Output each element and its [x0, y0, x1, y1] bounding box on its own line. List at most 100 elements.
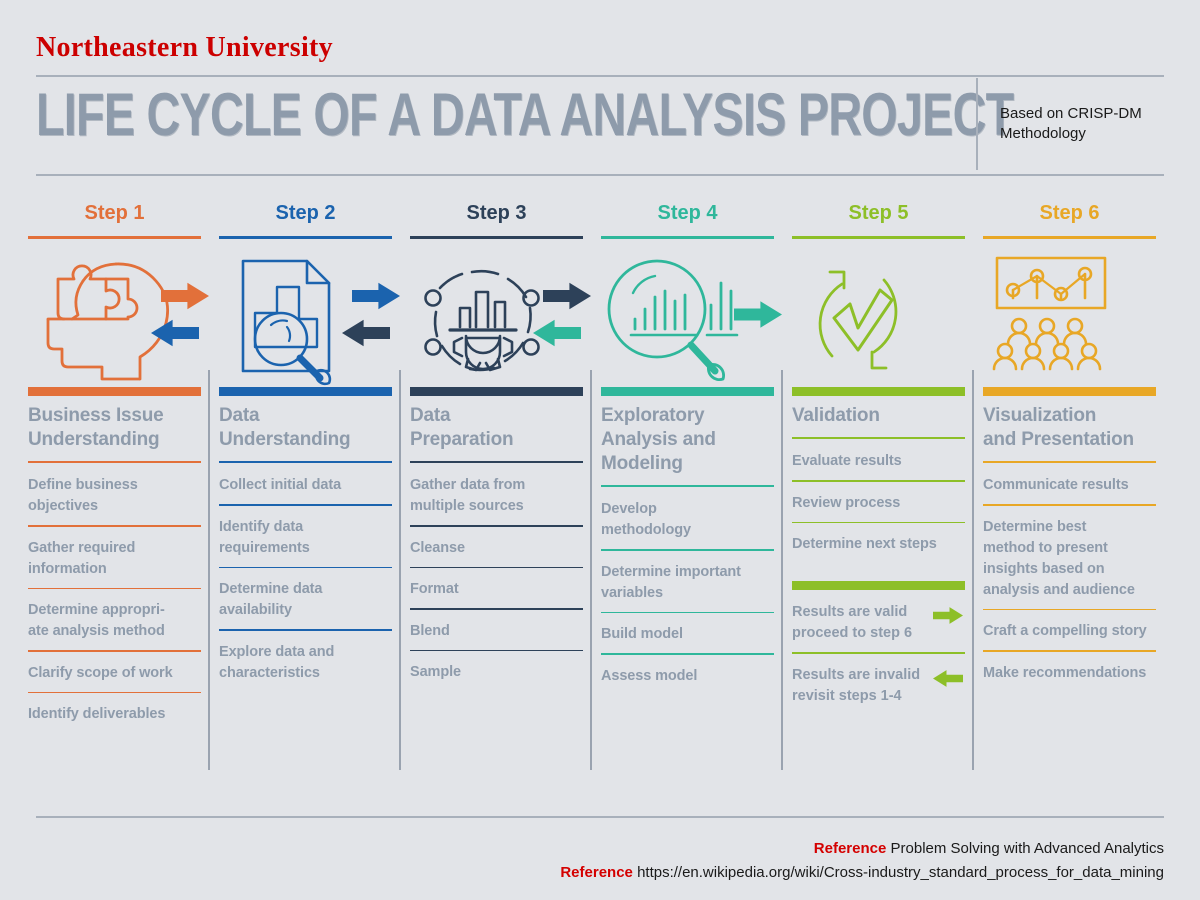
- step-column-6: Step 6 Visualization and Presentation Com…: [983, 200, 1174, 780]
- column-title-2: Data Understanding: [219, 405, 351, 450]
- callout-topbar-5: [792, 581, 965, 590]
- bullet-rule: [28, 525, 201, 527]
- column-topbar-6: [983, 387, 1156, 396]
- header-vertical-divider: [976, 78, 978, 170]
- step-column-1: Step 1 Business Issue Understanding Defin…: [28, 200, 219, 780]
- bullet-item: Blend: [410, 622, 450, 639]
- column-title-5: Validation: [792, 405, 880, 426]
- university-brand: Northeastern University: [36, 32, 333, 63]
- footer-divider: [36, 816, 1164, 818]
- callout-item: Results are invalid revisit steps 1-4: [792, 665, 965, 707]
- column-title-3: Data Preparation: [410, 405, 514, 450]
- bullet-rule: [410, 608, 583, 610]
- bullet-item: Collect initial data: [219, 477, 342, 493]
- step-label-2: Step 2: [275, 202, 336, 224]
- bullet-rule: [792, 521, 965, 523]
- bullet-rule: [983, 504, 1156, 506]
- document-chart-magnifier-icon: [219, 243, 349, 391]
- bullet-item: Develop methodology: [601, 501, 691, 538]
- reference-value: https://en.wikipedia.org/wiki/Cross-indu…: [637, 864, 1164, 881]
- bullet-item: Define business objectives: [28, 477, 138, 514]
- bullet-rule: [219, 566, 392, 568]
- step-underline-3: [410, 236, 583, 239]
- header-divider-top: [36, 75, 1164, 77]
- column-separator: [590, 370, 592, 770]
- bullet-item: Determine best method to present insight…: [983, 518, 1135, 598]
- magnifier-barchart-icon: [601, 247, 746, 387]
- methodology-note: Based on CRISP-DM Methodology: [1000, 105, 1142, 142]
- bullet-rule: [601, 611, 774, 613]
- bullet-item: Build model: [601, 626, 683, 642]
- bullet-item: Identify data requirements: [219, 518, 310, 556]
- column-title-rule-1: [28, 461, 201, 463]
- page-title: LIFE CYCLE OF A DATA ANALYSIS PROJECT: [36, 81, 1014, 148]
- column-separator: [972, 370, 974, 770]
- column-title-rule-3: [410, 461, 583, 463]
- step-underline-6: [983, 236, 1156, 239]
- step-label-5: Step 5: [848, 202, 909, 224]
- icon-box-2: [219, 247, 400, 387]
- icon-box-3: [410, 247, 591, 387]
- column-title-1: Business Issue Understanding: [28, 405, 164, 450]
- reference-line-1: Reference Problem Solving with Advanced …: [814, 840, 1164, 857]
- column-separator: [781, 370, 783, 770]
- column-topbar-3: [410, 387, 583, 396]
- step-underline-1: [28, 236, 201, 239]
- column-separator: [399, 370, 401, 770]
- column-title-rule-2: [219, 461, 392, 463]
- step-underline-5: [792, 236, 965, 239]
- bullet-item: Gather required information: [28, 539, 136, 577]
- column-title-rule-5: [792, 437, 965, 439]
- step-column-4: Step 4 Exploratory Analysis and Modeling…: [601, 200, 792, 780]
- bullet-rule: [28, 691, 201, 693]
- bullet-item: Gather data from multiple sources: [410, 477, 526, 514]
- step-label-1: Step 1: [84, 202, 145, 224]
- presentation-audience-icon: [983, 250, 1123, 385]
- bullet-item: Determine next steps: [792, 536, 937, 552]
- column-title-4: Exploratory Analysis and Modeling: [601, 405, 716, 474]
- column-title-6: Visualization and Presentation: [983, 405, 1134, 450]
- bullet-item: Identify deliverables: [28, 706, 166, 722]
- bullet-item: Determine appropri- ate analysis method: [28, 602, 165, 639]
- bullet-rule: [28, 587, 201, 589]
- bullet-rule: [410, 566, 583, 568]
- step-label-3: Step 3: [466, 202, 527, 224]
- callout-item: Results are valid proceed to step 6: [792, 602, 965, 644]
- bullet-rule: [792, 480, 965, 482]
- bullet-item: Assess model: [601, 667, 698, 684]
- column-topbar-5: [792, 387, 965, 396]
- refresh-check-icon: [792, 250, 927, 385]
- step-column-5: Step 5 Validation Evaluate results Review …: [792, 200, 983, 780]
- infographic-page: Northeastern University LIFE CYCLE OF A …: [0, 0, 1200, 900]
- header-divider-bottom: [36, 174, 1164, 176]
- bullet-item: Cleanse: [410, 539, 465, 556]
- callout-text: Results are invalid revisit steps 1-4: [792, 666, 921, 704]
- column-topbar-1: [28, 387, 201, 396]
- bullet-rule: [601, 653, 774, 655]
- bidirectional-arrows-orange-blue-1: [151, 281, 209, 353]
- bullet-item: Clarify scope of work: [28, 664, 173, 681]
- bullet-item: Format: [410, 581, 459, 597]
- bullet-item: Craft a compelling story: [983, 623, 1147, 639]
- bullet-rule: [28, 650, 201, 652]
- column-title-rule-4: [601, 485, 774, 487]
- bullet-rule: [983, 608, 1156, 610]
- step-label-4: Step 4: [657, 202, 718, 224]
- arrow-left-green: [933, 665, 965, 693]
- bullet-item: Sample: [410, 664, 461, 680]
- column-separator: [208, 370, 210, 770]
- bullet-item: Evaluate results: [792, 453, 902, 469]
- bullet-rule: [983, 650, 1156, 652]
- step-underline-2: [219, 236, 392, 239]
- bullet-item: Determine important variables: [601, 563, 741, 601]
- step-column-3: Step 3 Data Preparation Gather data from …: [410, 200, 601, 780]
- step-column-2: Step 2 Data Understanding Collect initial…: [219, 200, 410, 780]
- bullet-item: Determine data availability: [219, 581, 323, 618]
- bullet-rule: [219, 504, 392, 506]
- bullet-rule: [410, 525, 583, 527]
- reference-key: Reference: [813, 840, 887, 857]
- reference-line-2: Reference https://en.wikipedia.org/wiki/…: [560, 864, 1164, 881]
- steps-container: Step 1 Business Issue Understanding Defin…: [28, 200, 1174, 780]
- reference-key: Reference: [560, 864, 633, 881]
- icon-box-1: [28, 247, 209, 387]
